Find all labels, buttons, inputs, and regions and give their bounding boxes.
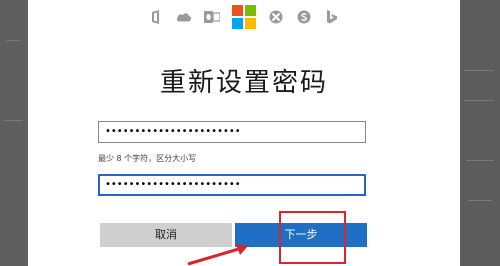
microsoft-logo-green-square [245,5,256,16]
page-title: 重新设置密码 [159,68,328,98]
background-divider [468,200,492,201]
background-divider [6,40,20,41]
microsoft-logo-blue-square [232,18,243,29]
annotation-highlight-box [279,211,346,264]
microsoft-logo-yellow-square [245,18,256,29]
office-icon [148,9,164,25]
microsoft-logo [232,5,256,29]
microsoft-services-icon-row [28,4,460,30]
reset-password-dialog: 重新设置密码 ••••••••••••••••••••••• 最少 8 个字符，… [28,0,460,266]
microsoft-logo-red-square [232,5,243,16]
confirm-password-field[interactable]: ••••••••••••••••••••••• [98,174,366,196]
outlook-icon [204,9,220,25]
background-divider [464,70,494,71]
skype-icon [296,9,312,25]
xbox-icon [268,9,284,25]
background-divider [464,100,494,101]
background-page-right [460,0,500,266]
bing-icon [324,9,340,25]
background-divider [466,160,494,161]
background-page-left [0,0,28,266]
password-hint: 最少 8 个字符，区分大小写 [98,154,197,163]
new-password-field[interactable]: ••••••••••••••••••••••• [98,121,366,143]
onedrive-icon [176,9,192,25]
annotation-arrow-icon [187,244,248,266]
background-divider [4,120,22,121]
